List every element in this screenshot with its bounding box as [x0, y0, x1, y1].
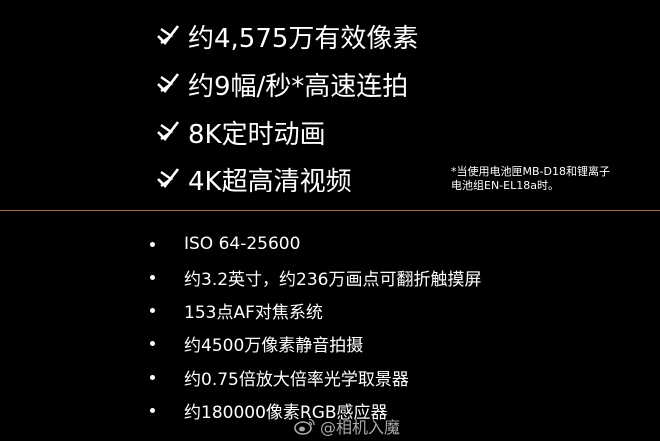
footnote-line: *当使用电池匣MB-D18和锂离子 — [451, 165, 610, 178]
highlight-text: 约4,575万有效像素 — [188, 23, 419, 54]
bullet-icon — [150, 274, 155, 280]
highlight-item: 约4,575万有效像素 — [157, 16, 418, 56]
feature-item: ISO 64-25600 — [150, 229, 300, 259]
slide: 约4,575万有效像素 约9幅/秒*高速连拍 8K定时动画 4K超高清视频 *当 — [0, 0, 660, 441]
feature-text: ISO 64-25600 — [184, 234, 301, 254]
highlight-text: 约9幅/秒*高速连拍 — [188, 71, 409, 102]
feature-item: 约0.75倍放大倍率光学取景器 — [150, 362, 409, 392]
watermark: @相机入魔 — [294, 413, 400, 439]
bullet-icon — [150, 307, 155, 313]
feature-text: 约3.2英寸，约236万画点可翻折触摸屏 — [184, 269, 482, 290]
bullet-icon — [150, 374, 155, 380]
feature-item: 153点AF对焦系统 — [150, 295, 323, 325]
arrow-check-icon — [157, 73, 179, 93]
feature-item: 约3.2英寸，约236万画点可翻折触摸屏 — [150, 262, 481, 292]
feature-text: 153点AF对焦系统 — [184, 302, 323, 323]
arrow-check-icon — [157, 25, 179, 45]
highlight-item: 4K超高清视频 — [157, 159, 352, 199]
feature-item: 约4500万像素静音拍摄 — [150, 328, 363, 358]
arrow-check-icon — [157, 168, 179, 188]
feature-text: 约0.75倍放大倍率光学取景器 — [184, 369, 409, 390]
arrow-check-icon — [157, 121, 179, 141]
feature-text: 约4500万像素静音拍摄 — [184, 335, 364, 356]
divider — [0, 210, 660, 211]
highlight-text: 4K超高清视频 — [188, 166, 352, 197]
bullet-icon — [150, 407, 155, 413]
highlight-text: 8K定时动画 — [188, 119, 326, 150]
weibo-logo-icon — [294, 418, 315, 435]
footnote: *当使用电池匣MB-D18和锂离子 电池组EN-EL18a时。 — [451, 165, 610, 193]
highlight-item: 8K定时动画 — [157, 112, 326, 152]
highlight-item: 约9幅/秒*高速连拍 — [157, 64, 408, 104]
bullet-icon — [150, 340, 155, 346]
footnote-line: 电池组EN-EL18a时。 — [451, 179, 559, 192]
watermark-text: @相机入魔 — [320, 418, 401, 437]
bullet-icon — [150, 241, 155, 247]
